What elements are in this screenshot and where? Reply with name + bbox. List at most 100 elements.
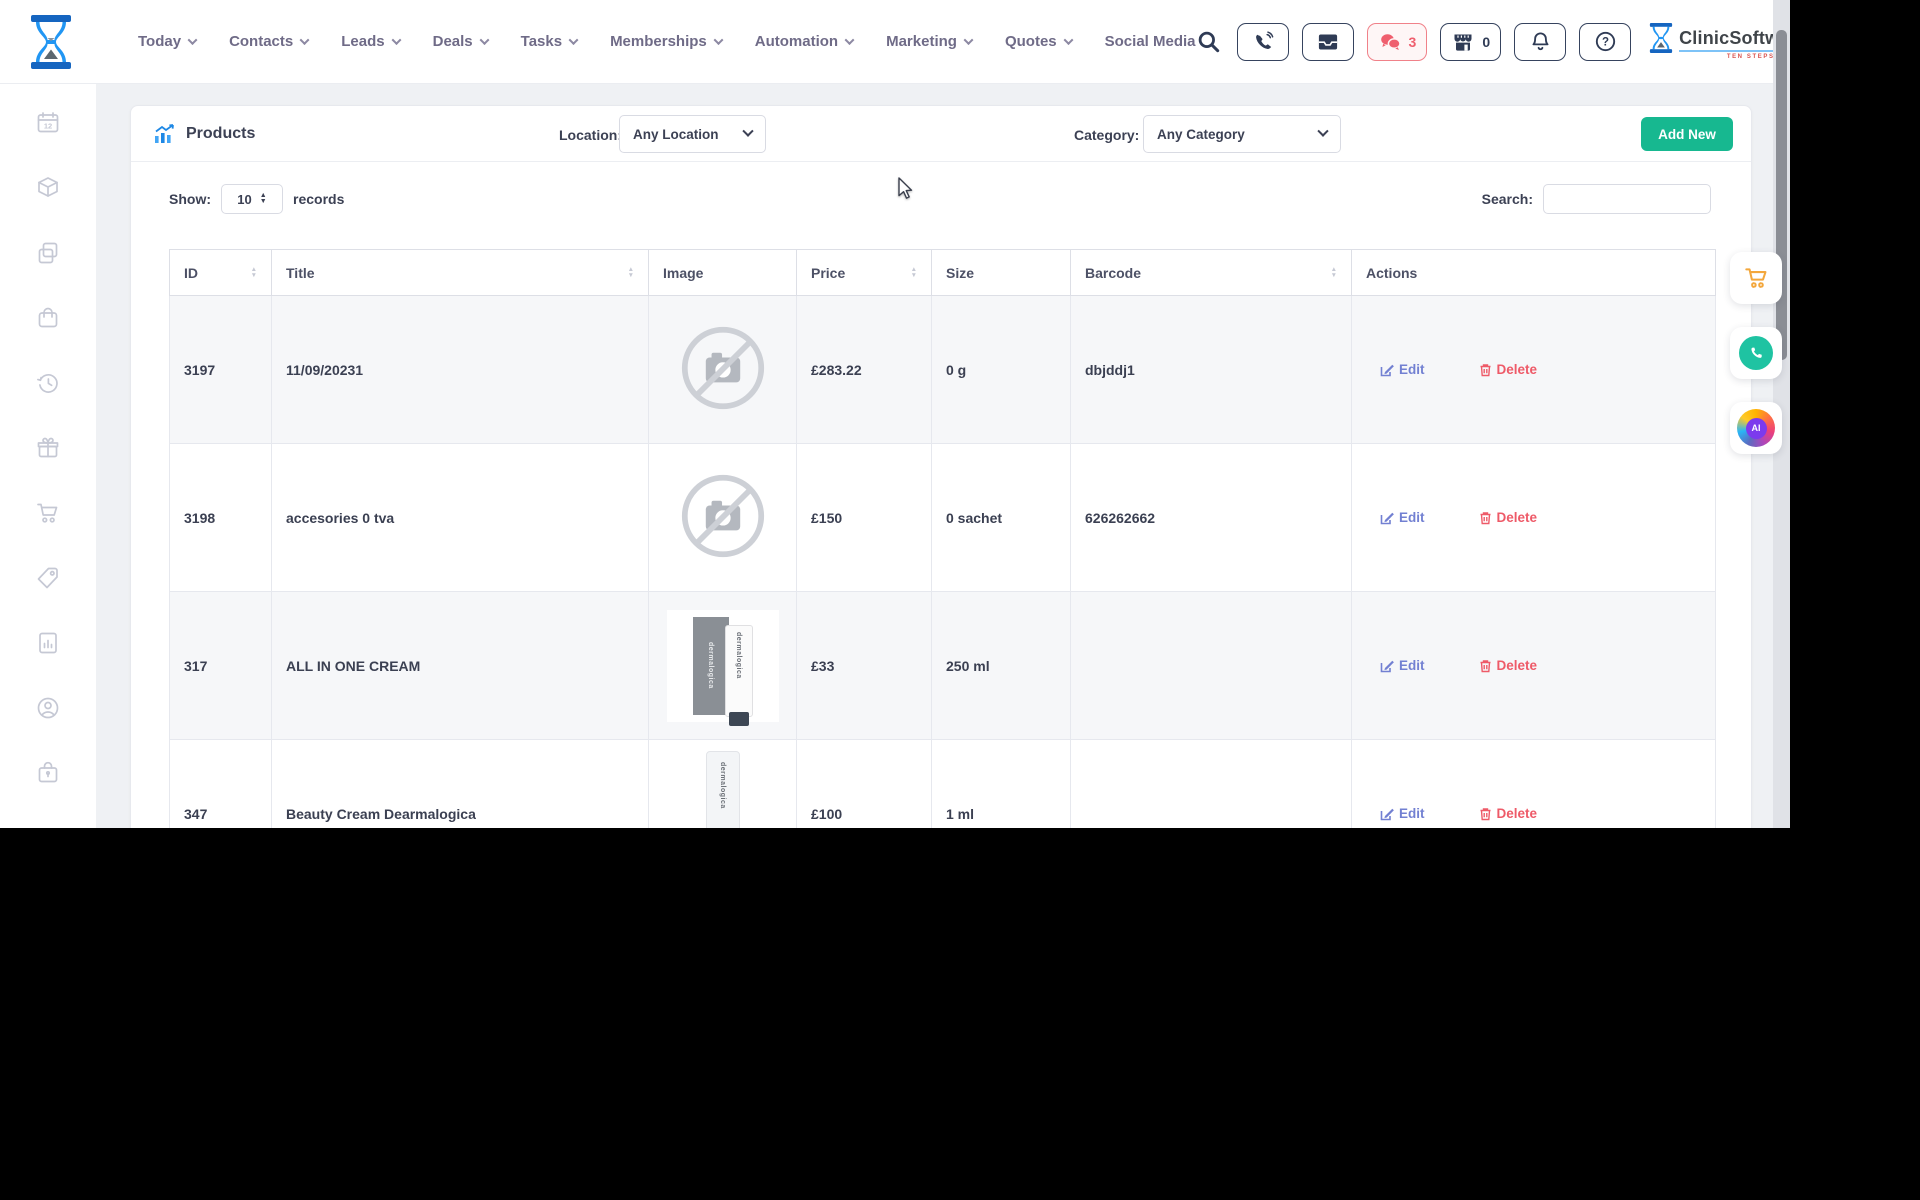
- copy-icon[interactable]: [35, 240, 61, 266]
- app-logo[interactable]: [28, 14, 74, 69]
- chevron-down-icon: [299, 35, 310, 46]
- column-header-title[interactable]: Title ▲ ▼: [271, 249, 649, 296]
- chevron-down-icon: [187, 35, 198, 46]
- records-per-page-select[interactable]: 10 ▲ ▼: [221, 184, 283, 214]
- location-select[interactable]: Any Location: [619, 115, 766, 153]
- cell-barcode: dbjddj1: [1070, 295, 1352, 444]
- account-icon[interactable]: [35, 695, 61, 721]
- table-row: 317 ALL IN ONE CREAM dermalogica dermalo…: [169, 591, 1716, 740]
- edit-icon: [1380, 364, 1394, 376]
- menu-item-automation[interactable]: Automation: [755, 33, 855, 50]
- edit-link[interactable]: Edit: [1380, 658, 1425, 673]
- whatsapp-button[interactable]: [1730, 327, 1782, 379]
- menu-label: Social Media: [1104, 33, 1196, 50]
- menu-item-today[interactable]: Today: [138, 33, 198, 50]
- phone-calls-button[interactable]: [1236, 22, 1289, 61]
- add-new-button[interactable]: Add New: [1641, 117, 1733, 151]
- bell-icon: [1532, 32, 1549, 51]
- menu-item-quotes[interactable]: Quotes: [1005, 33, 1074, 50]
- menu-item-marketing[interactable]: Marketing: [886, 33, 974, 50]
- cell-price: £283.22: [796, 295, 932, 444]
- stepper-arrows-icon: ▲ ▼: [259, 192, 267, 205]
- cell-barcode: [1070, 739, 1352, 828]
- notifications-button[interactable]: [1514, 22, 1567, 61]
- delete-link[interactable]: Delete: [1479, 806, 1537, 821]
- package-icon[interactable]: [35, 175, 61, 201]
- edit-link[interactable]: Edit: [1380, 510, 1425, 525]
- menu-label: Contacts: [229, 33, 294, 50]
- menu-item-leads[interactable]: Leads: [341, 33, 402, 50]
- search-input[interactable]: [1543, 184, 1711, 214]
- store-count-badge: 0: [1482, 33, 1491, 50]
- inbox-tray-icon: [1318, 34, 1337, 49]
- menu-item-contacts[interactable]: Contacts: [229, 33, 310, 50]
- cell-actions: Edit Delete: [1351, 295, 1716, 444]
- calendar-icon[interactable]: 12: [35, 110, 61, 136]
- top-navigation-bar: Today Contacts Leads Deals Tasks Members…: [0, 0, 1790, 84]
- products-panel-header: Products Location: Any Location Category…: [131, 106, 1751, 162]
- menu-item-social-media[interactable]: Social Media: [1105, 33, 1196, 50]
- chevron-down-icon: [391, 35, 402, 46]
- menu-item-deals[interactable]: Deals: [433, 33, 490, 50]
- main-menu: Today Contacts Leads Deals Tasks Members…: [138, 33, 1196, 50]
- table-row: 347 Beauty Cream Dearmalogica dermalogic…: [169, 739, 1716, 828]
- edit-link[interactable]: Edit: [1380, 362, 1425, 377]
- chevron-down-icon: [713, 35, 724, 46]
- ai-assistant-button[interactable]: AI: [1730, 402, 1782, 454]
- cell-size: 250 ml: [931, 591, 1071, 740]
- topbar-actions: 3 0 ? ClinicSoft TEN STEPS: [1196, 20, 1790, 61]
- quick-cart-button[interactable]: [1730, 252, 1782, 304]
- history-icon[interactable]: [35, 370, 61, 396]
- store-button[interactable]: 0: [1440, 22, 1502, 61]
- chat-bubbles-icon: [1380, 33, 1401, 50]
- category-value: Any Category: [1157, 126, 1245, 142]
- column-header-barcode[interactable]: Barcode ▲ ▼: [1070, 249, 1352, 296]
- menu-label: Tasks: [520, 33, 563, 50]
- cell-id: 317: [169, 591, 272, 740]
- chat-messages-button[interactable]: 3: [1366, 22, 1428, 61]
- menu-label: Today: [138, 33, 182, 50]
- cell-barcode: [1070, 591, 1352, 740]
- column-header-id[interactable]: ID ▲ ▼: [169, 249, 272, 296]
- chat-count-badge: 3: [1408, 33, 1417, 50]
- clinicsoftware-brand-logo[interactable]: .com ClinicSoftware TEN STEPS AHEAD: [1648, 20, 1790, 60]
- price-tag-icon[interactable]: [35, 565, 61, 591]
- left-sidebar: 12: [0, 84, 96, 828]
- products-panel: Products Location: Any Location Category…: [130, 105, 1752, 828]
- menu-item-tasks[interactable]: Tasks: [520, 33, 579, 50]
- cell-id: 3198: [169, 443, 272, 592]
- delete-link[interactable]: Delete: [1479, 362, 1537, 377]
- chevron-down-icon: [844, 35, 855, 46]
- shopping-bag-icon[interactable]: [35, 305, 61, 331]
- gift-icon[interactable]: [35, 435, 61, 461]
- cart-icon: [1745, 268, 1767, 288]
- trash-icon: [1480, 363, 1490, 376]
- svg-text:?: ?: [1602, 37, 1609, 49]
- help-button[interactable]: ?: [1579, 22, 1632, 61]
- app-window: Today Contacts Leads Deals Tasks Members…: [0, 0, 1790, 828]
- no-image-placeholder-icon: [681, 474, 764, 558]
- delete-link[interactable]: Delete: [1479, 510, 1537, 525]
- report-icon[interactable]: [35, 630, 61, 656]
- inbox-button[interactable]: [1301, 22, 1354, 61]
- cell-price: £33: [796, 591, 932, 740]
- whatsapp-icon: [1739, 336, 1773, 370]
- cart-icon[interactable]: [35, 500, 61, 526]
- column-header-price[interactable]: Price ▲ ▼: [796, 249, 932, 296]
- cell-title: 11/09/20231: [271, 295, 649, 444]
- delete-link[interactable]: Delete: [1479, 658, 1537, 673]
- case-lock-icon[interactable]: [35, 760, 61, 786]
- question-mark-icon: ?: [1595, 31, 1615, 52]
- cell-id: 347: [169, 739, 272, 828]
- edit-link[interactable]: Edit: [1380, 806, 1425, 821]
- sort-icon: ▲ ▼: [910, 266, 917, 279]
- edit-icon: [1380, 808, 1394, 820]
- menu-item-memberships[interactable]: Memberships: [610, 33, 724, 50]
- search-icon[interactable]: [1196, 29, 1222, 55]
- trash-icon: [1480, 659, 1490, 672]
- sort-icon: ▲ ▼: [1330, 266, 1337, 279]
- cell-actions: Edit Delete: [1351, 739, 1716, 828]
- hourglass-logo-icon: [31, 14, 71, 69]
- category-select[interactable]: Any Category: [1143, 115, 1341, 153]
- chart-icon: [155, 124, 174, 143]
